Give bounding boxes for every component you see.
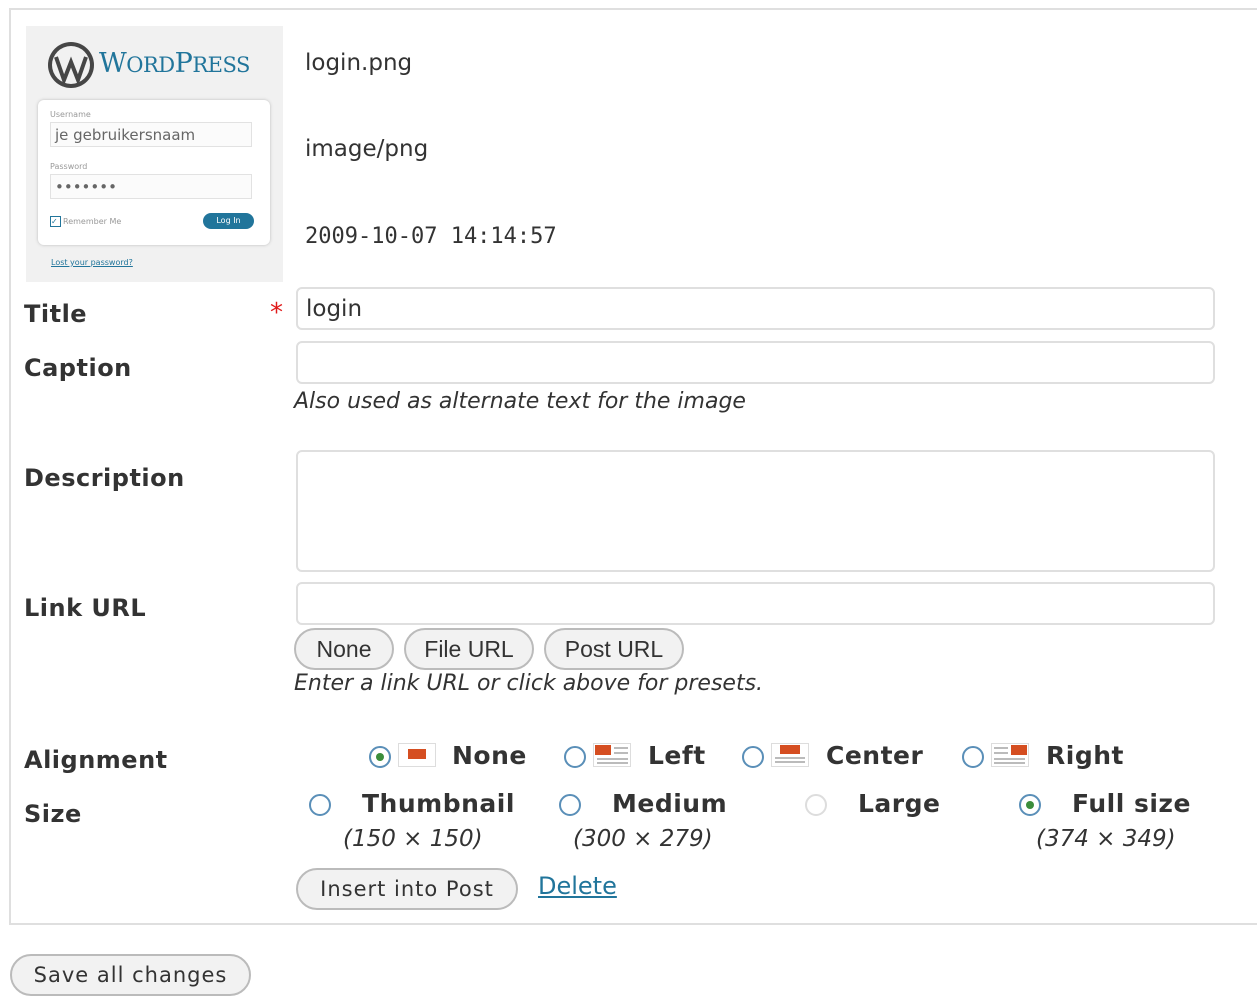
title-label: Title bbox=[24, 300, 88, 328]
size-medium-radio[interactable] bbox=[559, 794, 581, 816]
required-asterisk-icon: * bbox=[270, 298, 283, 328]
size-large-label: Large bbox=[858, 789, 941, 818]
size-full-dims: (374 × 349) bbox=[1036, 826, 1176, 852]
description-label: Description bbox=[24, 464, 185, 492]
align-left-label: Left bbox=[648, 741, 706, 770]
mini-login-button: Log In bbox=[203, 213, 254, 229]
size-medium-label: Medium bbox=[612, 789, 728, 818]
align-left-icon bbox=[593, 743, 631, 767]
link-none-button[interactable]: None bbox=[294, 628, 394, 670]
delete-link[interactable]: Delete bbox=[538, 872, 617, 900]
upload-date: 2009-10-07 14:14:57 bbox=[305, 224, 557, 249]
wordpress-wordmark: WORDPRESS bbox=[99, 48, 250, 79]
link-post-url-button[interactable]: Post URL bbox=[544, 628, 684, 670]
mini-password-input: ••••••• bbox=[50, 174, 252, 199]
size-label: Size bbox=[24, 800, 82, 828]
align-left-radio[interactable] bbox=[564, 746, 586, 768]
mini-password-label: Password bbox=[50, 162, 88, 171]
title-input[interactable] bbox=[296, 287, 1215, 330]
align-none-label: None bbox=[452, 741, 527, 770]
description-textarea[interactable] bbox=[296, 450, 1215, 572]
align-none-icon bbox=[398, 743, 436, 767]
align-center-radio[interactable] bbox=[742, 746, 764, 768]
save-all-changes-button[interactable]: Save all changes bbox=[10, 954, 251, 996]
size-thumbnail-label: Thumbnail bbox=[362, 789, 515, 818]
wordpress-logo-icon bbox=[48, 42, 94, 88]
size-thumbnail-radio[interactable] bbox=[309, 794, 331, 816]
insert-into-post-button[interactable]: Insert into Post bbox=[296, 868, 518, 910]
size-medium-dims: (300 × 279) bbox=[573, 826, 713, 852]
size-thumbnail-dims: (150 × 150) bbox=[343, 826, 483, 852]
link-url-label: Link URL bbox=[24, 594, 147, 622]
align-right-icon bbox=[991, 743, 1029, 767]
align-none-radio[interactable] bbox=[369, 746, 391, 768]
mini-username-label: Username bbox=[50, 110, 91, 119]
caption-label: Caption bbox=[24, 354, 132, 382]
size-large-radio bbox=[805, 794, 827, 816]
align-right-label: Right bbox=[1046, 741, 1124, 770]
caption-hint: Also used as alternate text for the imag… bbox=[294, 389, 746, 414]
align-center-icon bbox=[771, 743, 809, 767]
link-url-input[interactable] bbox=[296, 582, 1215, 625]
size-full-radio[interactable] bbox=[1019, 794, 1041, 816]
file-name: login.png bbox=[305, 50, 413, 76]
alignment-label: Alignment bbox=[24, 746, 168, 774]
mini-lost-password-link: Lost your password? bbox=[51, 258, 133, 267]
caption-input[interactable] bbox=[296, 341, 1215, 384]
mini-login-box: Username je gebruikersnaam Password ••••… bbox=[38, 100, 270, 245]
align-right-radio[interactable] bbox=[962, 746, 984, 768]
link-file-url-button[interactable]: File URL bbox=[404, 628, 534, 670]
image-thumbnail: WORDPRESS Username je gebruikersnaam Pas… bbox=[26, 26, 283, 282]
mini-checkbox-icon: ✓ bbox=[50, 216, 61, 227]
align-center-label: Center bbox=[826, 741, 924, 770]
link-url-hint: Enter a link URL or click above for pres… bbox=[294, 671, 764, 696]
size-full-label: Full size bbox=[1072, 789, 1191, 818]
mini-username-input: je gebruikersnaam bbox=[50, 122, 252, 147]
file-type: image/png bbox=[305, 136, 429, 162]
mini-remember-label: Remember Me bbox=[63, 217, 122, 226]
